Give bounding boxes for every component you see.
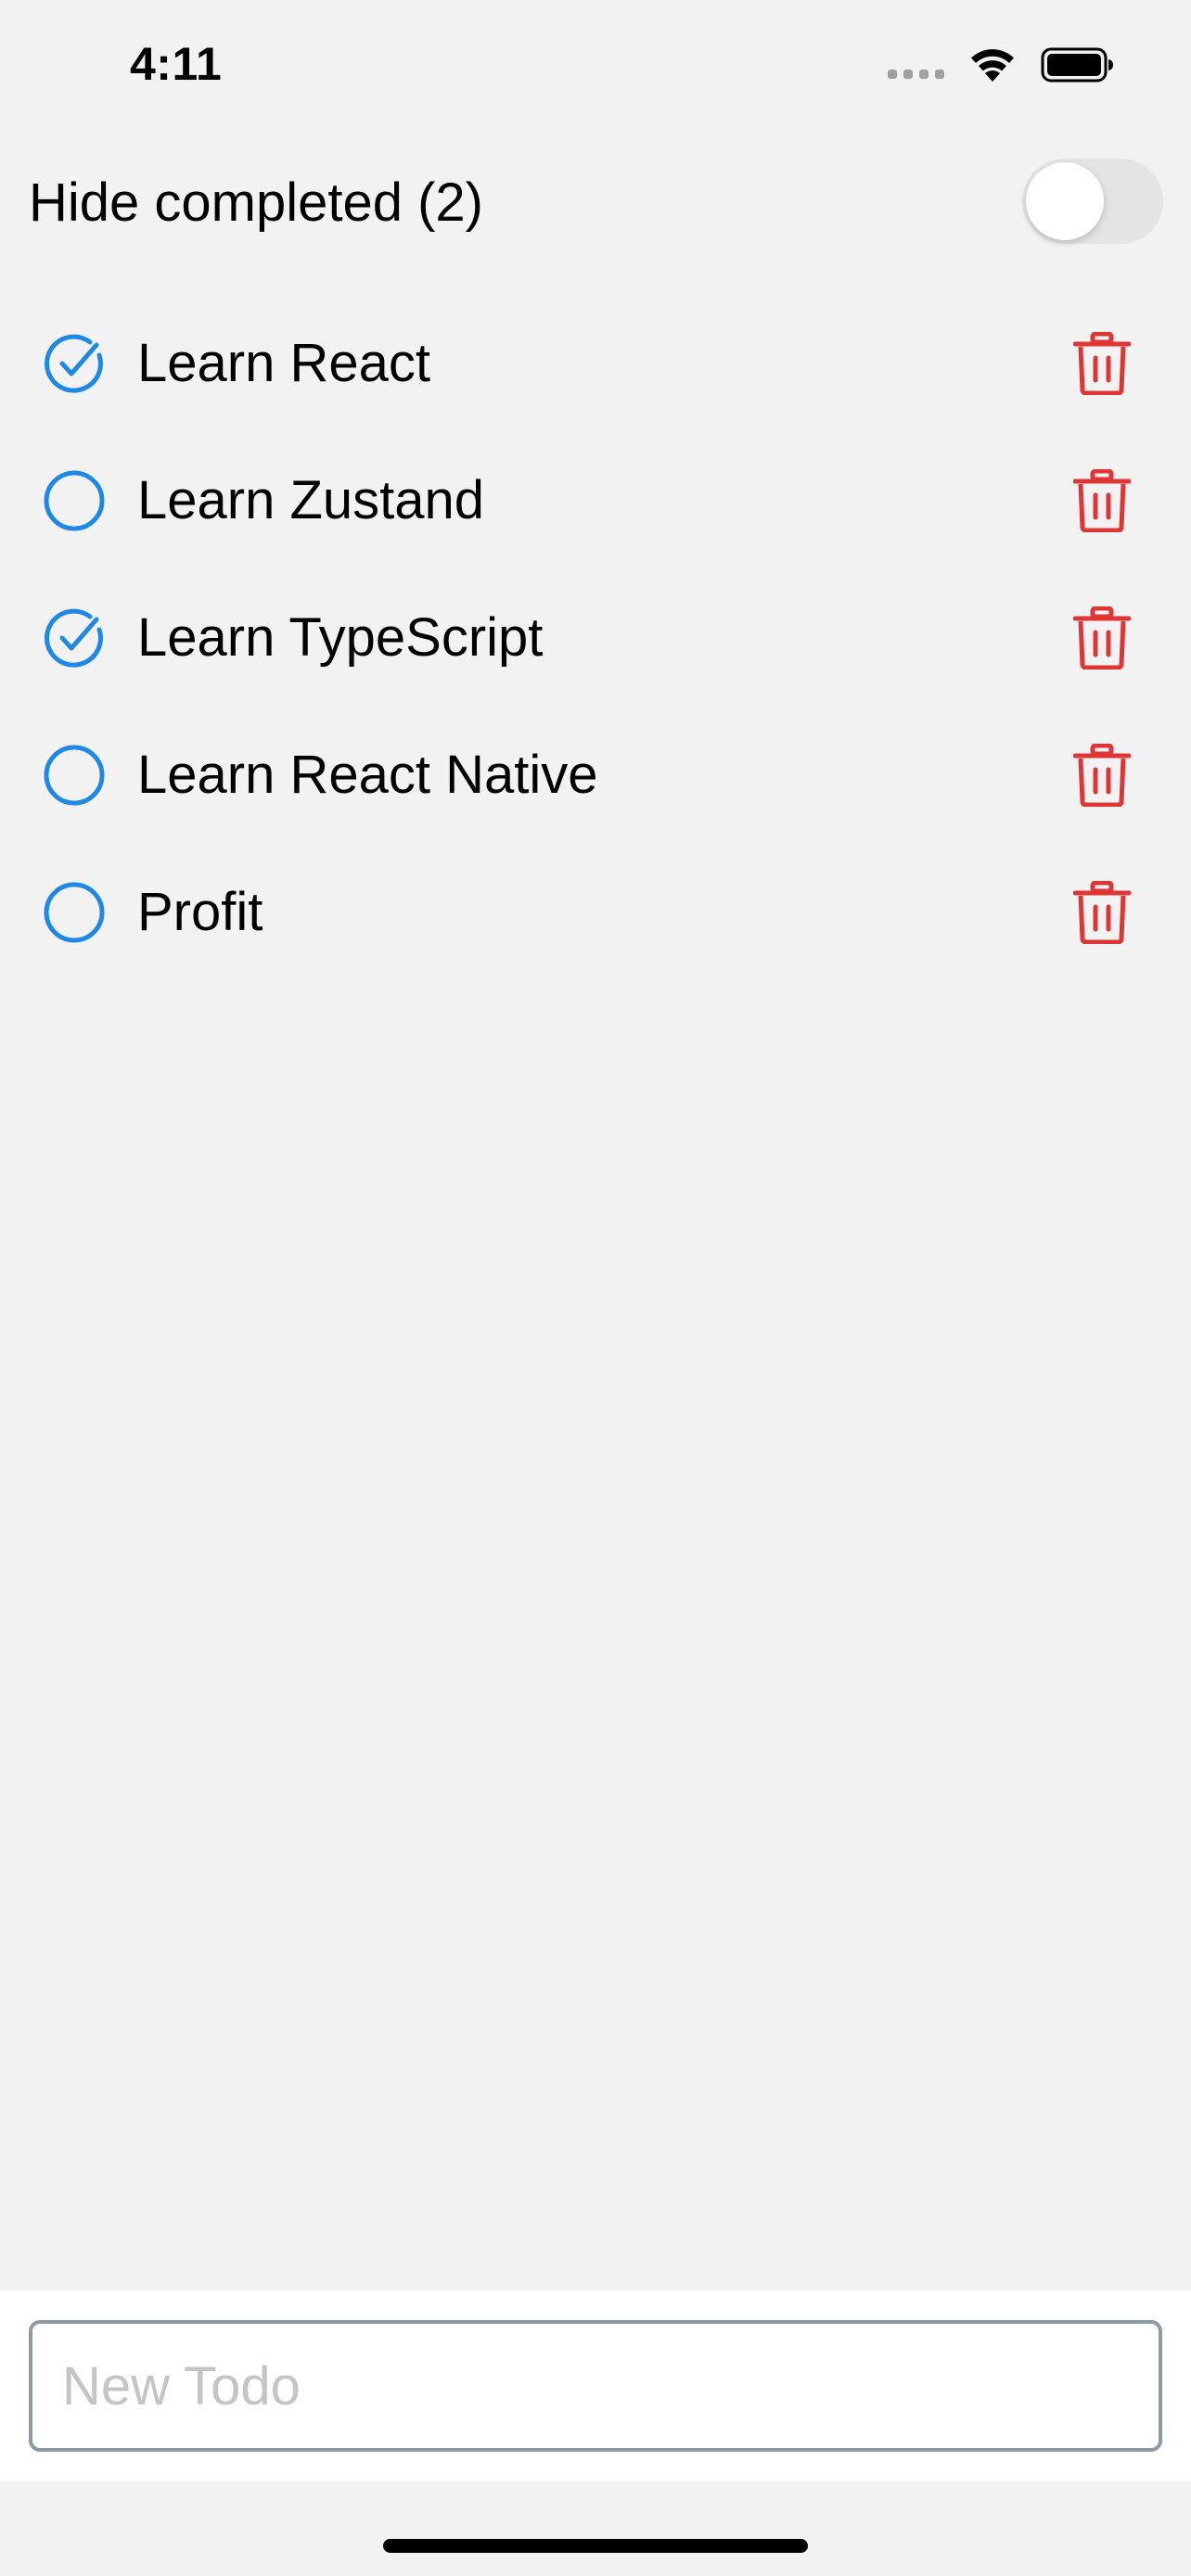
- trash-icon[interactable]: [1073, 881, 1131, 944]
- hide-completed-label: Hide completed (2): [29, 172, 483, 233]
- trash-icon[interactable]: [1073, 469, 1131, 532]
- trash-icon[interactable]: [1073, 744, 1131, 807]
- empty-circle-icon[interactable]: [43, 744, 106, 807]
- empty-circle-icon[interactable]: [43, 469, 106, 532]
- todo-item: Learn React: [0, 295, 1191, 432]
- wifi-icon: [971, 49, 1014, 82]
- toggle-knob: [1026, 162, 1104, 240]
- status-bar: 4:11: [0, 0, 1191, 139]
- trash-icon[interactable]: [1073, 332, 1131, 395]
- home-indicator: [383, 2539, 808, 2553]
- hide-completed-toggle[interactable]: [1022, 159, 1163, 244]
- signal-dots-icon: [888, 51, 944, 79]
- battery-icon: [1041, 47, 1113, 83]
- new-todo-bar: [0, 2290, 1191, 2480]
- todo-text: Learn React: [137, 333, 430, 393]
- todo-text: Learn React Native: [137, 745, 598, 805]
- new-todo-input[interactable]: [29, 2320, 1162, 2452]
- trash-icon[interactable]: [1073, 606, 1131, 670]
- todo-item: Learn TypeScript: [0, 569, 1191, 707]
- hide-completed-row: Hide completed (2): [0, 153, 1191, 255]
- status-time: 4:11: [130, 38, 223, 90]
- todo-text: Learn TypeScript: [137, 607, 544, 668]
- todo-item: Learn Zustand: [0, 432, 1191, 569]
- checked-circle-icon[interactable]: [43, 332, 106, 395]
- empty-circle-icon[interactable]: [43, 881, 106, 944]
- todo-list: Learn React Learn Zustand Learn TypeScri…: [0, 295, 1191, 981]
- todo-text: Profit: [137, 882, 263, 942]
- status-icons: [888, 46, 1115, 83]
- todo-item: Learn React Native: [0, 707, 1191, 844]
- todo-text: Learn Zustand: [137, 470, 485, 530]
- checked-circle-icon[interactable]: [43, 606, 106, 670]
- todo-item: Profit: [0, 844, 1191, 981]
